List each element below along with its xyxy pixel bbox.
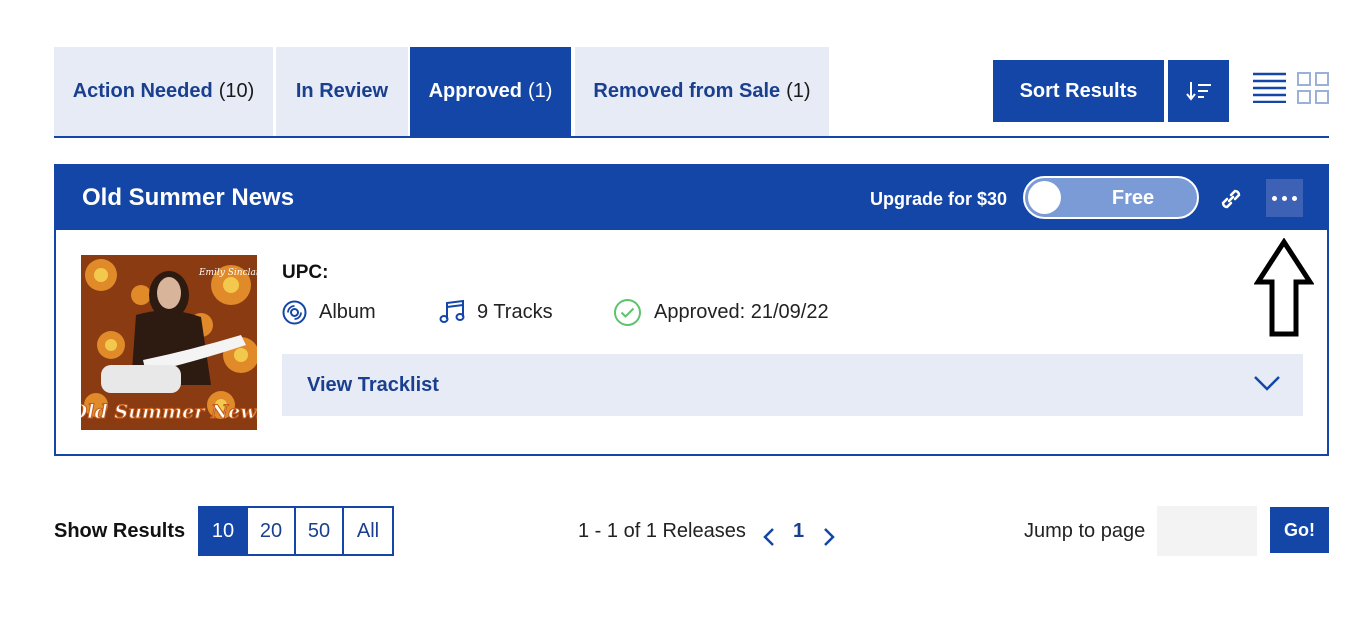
tab-label: Approved — [428, 80, 522, 102]
release-title: Old Summer News — [82, 184, 295, 211]
tab-label: In Review — [295, 80, 389, 102]
dot — [1292, 195, 1297, 201]
tab-count: (1) — [527, 80, 553, 102]
chevron-right-icon[interactable] — [820, 526, 838, 548]
link-icon[interactable] — [1218, 186, 1244, 212]
album-disc-icon — [282, 300, 307, 324]
dot — [1282, 195, 1287, 201]
tab-count: (1) — [786, 80, 811, 102]
tab-in-review[interactable]: In Review — [276, 47, 408, 136]
annotation-arrow-up-icon — [1254, 238, 1314, 337]
results-count: 1 - 1 of 1 Releases — [578, 520, 746, 542]
check-circle-icon — [614, 298, 641, 326]
tab-label: Action Needed — [72, 80, 213, 102]
page-size-20[interactable]: 20 — [248, 508, 296, 554]
view-tracklist-label: View Tracklist — [307, 374, 439, 396]
plan-toggle[interactable]: Free — [1023, 176, 1199, 219]
go-button[interactable]: Go! — [1270, 507, 1329, 553]
track-count-label: 9 Tracks — [477, 300, 553, 323]
grid-view-icon[interactable] — [1297, 72, 1329, 104]
sort-results-button[interactable]: Sort Results — [993, 60, 1164, 122]
list-view-icon[interactable] — [1253, 72, 1286, 103]
page-size-selector: 10 20 50 All — [198, 506, 394, 556]
dot — [1272, 195, 1277, 201]
cover-artist-text: Emily Sinclair — [198, 268, 257, 278]
approval-status-label: Approved: 21/09/22 — [654, 300, 829, 323]
page-size-50[interactable]: 50 — [296, 508, 344, 554]
jump-to-page-label: Jump to page — [1024, 520, 1146, 542]
album-cover-image: Old Summer News Emily Sinclair — [81, 255, 257, 430]
jump-to-page-input[interactable] — [1157, 506, 1257, 556]
release-type: Album — [282, 297, 376, 327]
page-size-10[interactable]: 10 — [200, 508, 248, 554]
more-options-button[interactable] — [1266, 179, 1303, 217]
track-count: 9 Tracks — [439, 297, 553, 327]
music-note-icon — [439, 299, 465, 323]
tab-approved[interactable]: Approved (1) — [410, 47, 571, 136]
current-page-number[interactable]: 1 — [793, 520, 804, 543]
upgrade-label: Upgrade for $30 — [870, 189, 1008, 209]
toggle-label: Free — [1111, 187, 1155, 209]
chevron-left-icon[interactable] — [760, 526, 778, 548]
cover-title-text: Old Summer News — [81, 401, 257, 423]
page-size-all[interactable]: All — [344, 508, 392, 554]
tab-label: Removed from Sale — [593, 80, 781, 102]
sort-order-button[interactable] — [1168, 60, 1229, 122]
upc-label: UPC: — [282, 262, 329, 283]
sort-descending-icon — [1185, 82, 1211, 101]
approval-status: Approved: 21/09/22 — [613, 297, 829, 327]
show-results-label: Show Results — [54, 520, 186, 542]
tab-count: (10) — [218, 80, 255, 102]
toggle-knob — [1028, 181, 1061, 214]
tab-removed-from-sale[interactable]: Removed from Sale (1) — [575, 47, 829, 136]
chevron-down-icon — [1254, 376, 1280, 391]
release-card: Old Summer News Upgrade for $30 Free ld … — [54, 164, 1329, 456]
release-card-header: Old Summer News Upgrade for $30 Free — [56, 166, 1327, 230]
view-tracklist-accordion[interactable]: View Tracklist — [282, 354, 1303, 416]
release-type-label: Album — [319, 300, 376, 323]
tab-action-needed[interactable]: Action Needed (10) — [54, 47, 273, 136]
